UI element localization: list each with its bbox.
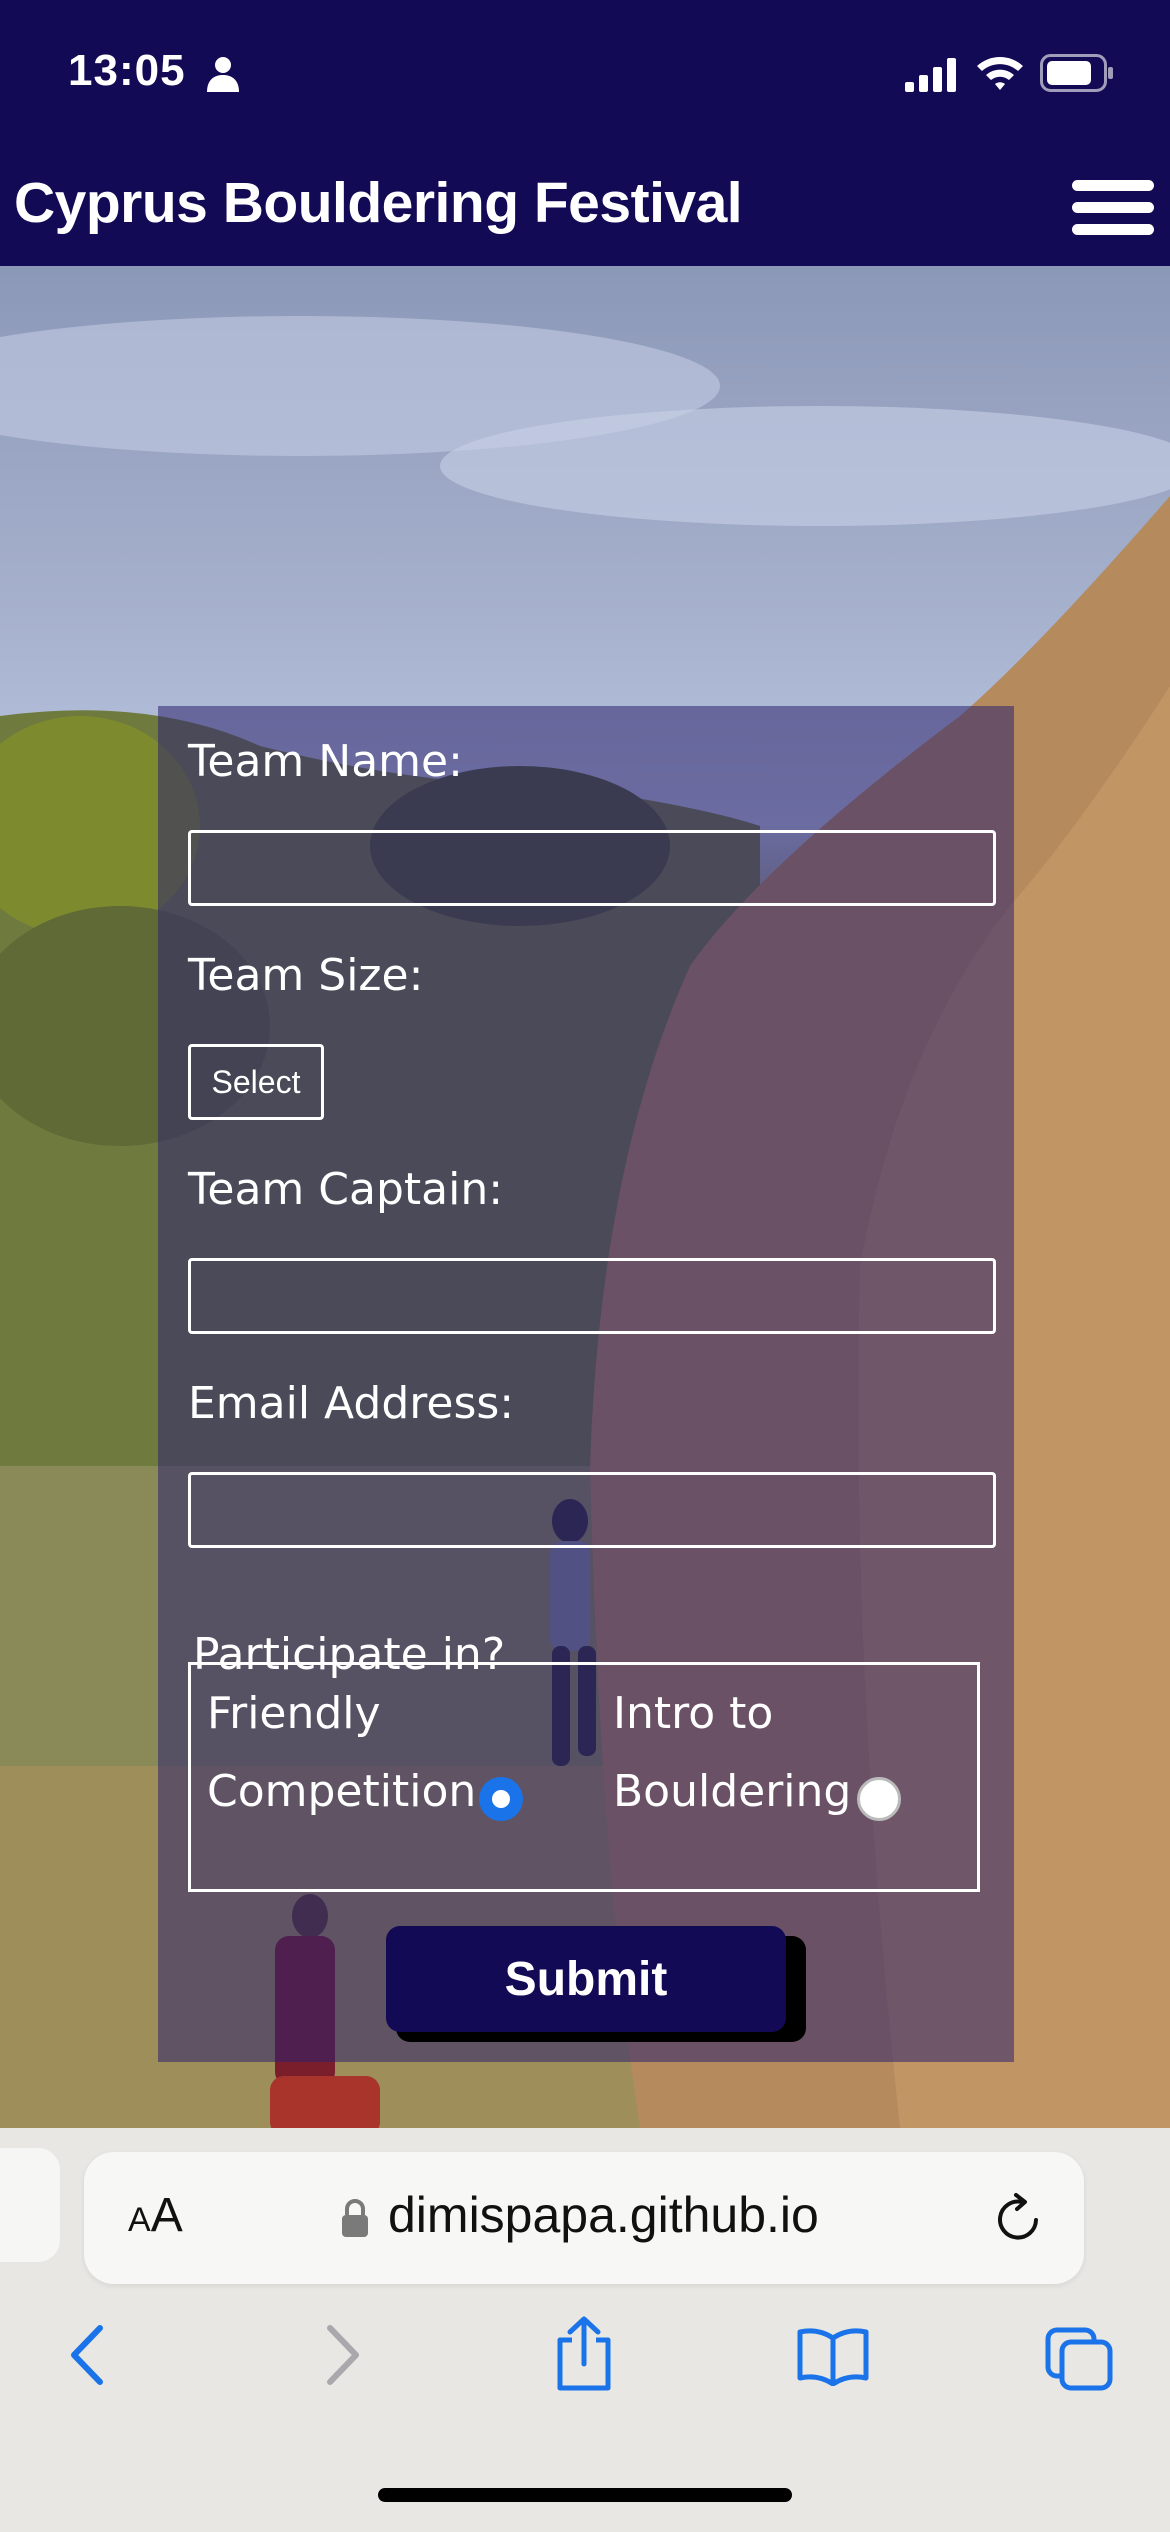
bookmarks-icon[interactable] xyxy=(796,2326,870,2386)
team-name-label: Team Name: xyxy=(188,736,463,787)
share-icon[interactable] xyxy=(552,2316,616,2392)
status-time: 13:05 xyxy=(68,46,186,95)
wifi-icon xyxy=(977,57,1023,90)
menu-bar xyxy=(1072,202,1154,213)
team-size-label: Team Size: xyxy=(188,950,424,1001)
friendly-competition-label-line1[interactable]: Friendly xyxy=(207,1675,381,1753)
reload-icon[interactable] xyxy=(992,2192,1044,2244)
lock-icon xyxy=(342,2199,368,2237)
url-text[interactable]: dimispapa.github.io xyxy=(388,2186,819,2244)
intro-bouldering-label-line2[interactable]: Bouldering xyxy=(613,1753,851,1831)
team-size-select[interactable]: Select xyxy=(188,1044,324,1120)
home-indicator xyxy=(378,2488,792,2502)
person-icon xyxy=(207,57,239,92)
team-captain-input[interactable] xyxy=(188,1258,996,1334)
team-captain-label: Team Captain: xyxy=(188,1164,504,1215)
text-size-button[interactable]: AA xyxy=(128,2188,183,2243)
participate-legend: Participate in? xyxy=(193,1629,506,1680)
hamburger-menu-icon[interactable] xyxy=(1070,164,1156,250)
back-icon[interactable] xyxy=(64,2322,112,2388)
text-size-small-a: A xyxy=(128,2201,151,2239)
friendly-competition-radio[interactable] xyxy=(479,1777,523,1821)
battery-icon xyxy=(1040,54,1113,92)
submit-button[interactable]: Submit xyxy=(386,1926,786,2032)
email-input[interactable] xyxy=(188,1472,996,1548)
site-header: Cyprus Bouldering Festival xyxy=(0,150,1170,266)
intro-bouldering-label-line1[interactable]: Intro to xyxy=(613,1675,773,1753)
menu-bar xyxy=(1072,180,1154,191)
forward-icon[interactable] xyxy=(318,2322,366,2388)
address-bar[interactable]: AA dimispapa.github.io xyxy=(84,2152,1084,2284)
previous-tab-preview[interactable] xyxy=(0,2148,60,2262)
friendly-competition-label-line2[interactable]: Competition xyxy=(207,1753,476,1831)
menu-bar xyxy=(1072,224,1154,235)
signal-icon xyxy=(905,58,956,92)
status-bar: 13:05 xyxy=(0,0,1170,150)
participate-fieldset: Participate in? Friendly Competition Int… xyxy=(188,1629,980,1892)
registration-form: Team Name: Team Size: Select Team Captai… xyxy=(158,706,1014,2062)
site-title[interactable]: Cyprus Bouldering Festival xyxy=(14,170,743,236)
team-name-input[interactable] xyxy=(188,830,996,906)
text-size-large-a: A xyxy=(150,2189,183,2242)
intro-bouldering-radio[interactable] xyxy=(857,1777,901,1821)
tabs-icon[interactable] xyxy=(1044,2326,1114,2392)
email-label: Email Address: xyxy=(188,1378,515,1429)
